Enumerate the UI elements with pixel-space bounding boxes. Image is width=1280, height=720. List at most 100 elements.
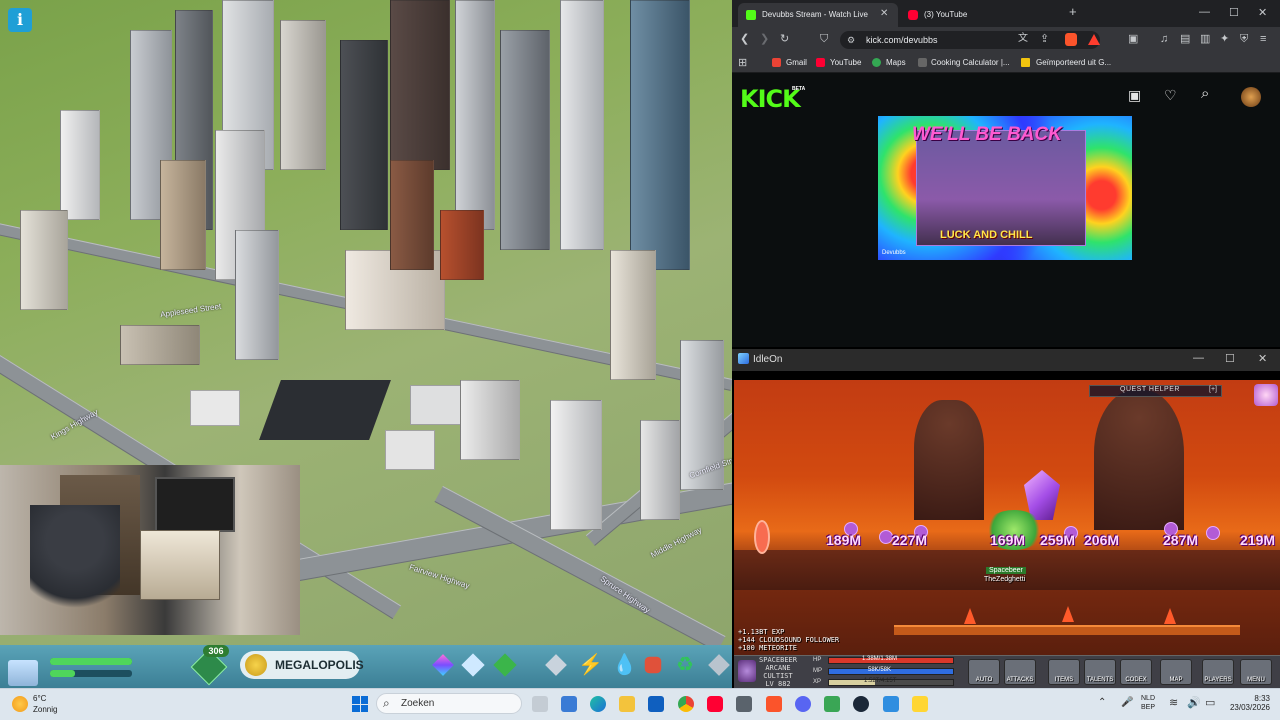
close-tab-icon[interactable]: ✕	[880, 8, 888, 20]
share-icon[interactable]: ⇪	[1040, 33, 1049, 45]
bookmark-folder-imported[interactable]: Geïmporteerd uit G...	[1036, 58, 1111, 67]
idleon-game-view[interactable]	[734, 380, 1280, 655]
maximize-icon[interactable]: ☐	[1229, 7, 1239, 19]
forward-icon[interactable]: ❯	[760, 33, 769, 45]
vpn-icon[interactable]: ⛨	[1240, 33, 1248, 45]
road-label: Fairview Highway	[408, 562, 471, 591]
weather-description[interactable]: Zonnig	[33, 705, 57, 714]
weather-temperature[interactable]: 6°C	[33, 694, 46, 703]
gpu-app-icon[interactable]	[824, 696, 840, 712]
bookmark-icon[interactable]: ⛉	[820, 33, 828, 45]
talents-button[interactable]: TALENTS	[1084, 659, 1116, 685]
idleon-window-title: IdleOn	[753, 354, 783, 365]
bookmark-gmail[interactable]: Gmail	[786, 58, 807, 67]
reload-icon[interactable]: ↻	[780, 33, 789, 45]
quest-helper-toggle[interactable]: [+]	[1209, 386, 1217, 393]
back-icon[interactable]: ❮	[740, 33, 749, 45]
enemy[interactable]	[879, 530, 893, 544]
edge-icon[interactable]	[590, 696, 606, 712]
sidebar-icon[interactable]: ▣	[1128, 33, 1138, 45]
lava-spike	[964, 608, 976, 624]
file-explorer-icon[interactable]	[619, 696, 635, 712]
wallet-icon[interactable]: ▥	[1200, 33, 1210, 45]
new-tab-icon[interactable]: +	[1069, 5, 1077, 18]
tab-youtube[interactable]: (3) YouTube	[900, 3, 1050, 27]
water-icon[interactable]: 💧	[612, 652, 637, 676]
calculator-icon[interactable]	[736, 696, 752, 712]
close-window-icon[interactable]: ✕	[1258, 7, 1267, 19]
bookmark-youtube[interactable]: YouTube	[830, 58, 861, 67]
bookmark-cooking-calculator[interactable]: Cooking Calculator |...	[931, 58, 1010, 67]
garbage-icon[interactable]: ♻	[676, 652, 698, 676]
idleon-maximize-icon[interactable]: ☐	[1225, 353, 1235, 365]
items-button[interactable]: ITEMS	[1048, 659, 1080, 685]
reading-list-icon[interactable]: ▤	[1180, 33, 1190, 45]
codex-button[interactable]: CODEX	[1120, 659, 1152, 685]
auto-button[interactable]: AUTO	[968, 659, 1000, 685]
damage-number: 287M	[1163, 532, 1199, 548]
xp-value: 1.52T/4.15T	[864, 678, 897, 684]
menu-icon[interactable]: ≡	[1260, 33, 1266, 45]
menu-label: MENU	[1247, 677, 1265, 683]
hp-value: 1.38M/1.38M	[862, 656, 898, 662]
outlook-icon[interactable]	[648, 696, 664, 712]
players-button[interactable]: PLAYERS	[1202, 659, 1234, 685]
portal[interactable]	[754, 520, 770, 554]
translate-icon[interactable]: 文	[1018, 33, 1028, 45]
idleon-close-icon[interactable]: ✕	[1258, 353, 1267, 365]
brave-rewards-icon[interactable]	[1088, 34, 1100, 45]
idleon-minimize-icon[interactable]: —	[1193, 352, 1204, 364]
weather-sun-icon[interactable]	[12, 696, 28, 712]
map-button[interactable]: MAP	[1160, 659, 1192, 685]
battery-icon[interactable]: ▭	[1205, 697, 1215, 709]
kick-logo[interactable]: KICK	[740, 85, 801, 113]
steam-icon[interactable]	[853, 696, 869, 712]
avatar[interactable]	[1241, 87, 1261, 107]
xp-label: XP	[813, 679, 822, 685]
url-text[interactable]: kick.com/devubbs	[866, 35, 938, 45]
task-view-icon[interactable]	[532, 696, 548, 712]
discord-icon[interactable]	[795, 696, 811, 712]
windows-start-icon[interactable]	[352, 696, 368, 712]
damage-number: 189M	[826, 532, 862, 548]
brave-icon[interactable]	[766, 696, 782, 712]
player-tag: Spacebeer	[986, 567, 1026, 574]
loot-log-line: +100 METEORITE	[738, 644, 798, 652]
attacks-button[interactable]: ATTACKS	[1004, 659, 1036, 685]
following-heart-icon[interactable]: ♡	[1164, 88, 1177, 102]
city-info-icon[interactable]	[8, 660, 38, 686]
building	[390, 160, 434, 270]
keyboard-layout[interactable]: NLD BEP	[1141, 694, 1155, 712]
brave-shields-icon[interactable]	[1065, 33, 1077, 46]
browse-icon[interactable]: ▣	[1128, 88, 1141, 102]
apps-grid-icon[interactable]: ⊞	[738, 57, 747, 69]
minimize-icon[interactable]: —	[1199, 6, 1210, 18]
damage-number: 219M	[1240, 532, 1276, 548]
site-info-icon[interactable]: ⚙	[847, 34, 855, 46]
wifi-icon[interactable]: ≋	[1169, 697, 1178, 709]
taskbar-search[interactable]	[376, 693, 522, 714]
event-icon[interactable]	[1254, 384, 1278, 406]
youtube-app-icon[interactable]	[707, 696, 723, 712]
electricity-icon[interactable]: ⚡	[578, 652, 603, 676]
notification-app-icon[interactable]	[912, 696, 928, 712]
app-icon[interactable]	[883, 696, 899, 712]
tab-devubbs-stream[interactable]: Devubbs Stream - Watch Live	[738, 3, 898, 27]
fire-services-icon[interactable]	[644, 656, 662, 674]
clock[interactable]: 8:33 23/03/2026	[1222, 694, 1270, 712]
search-icon[interactable]: ⌕	[1201, 86, 1209, 101]
info-icon[interactable]: i	[8, 8, 32, 32]
building	[190, 390, 240, 426]
leo-ai-icon[interactable]: ✦	[1220, 33, 1229, 45]
media-icon[interactable]: ♫	[1160, 33, 1168, 45]
chrome-icon[interactable]	[678, 696, 694, 712]
store-icon[interactable]	[561, 696, 577, 712]
microphone-icon[interactable]: 🎤	[1121, 697, 1133, 709]
bookmark-maps[interactable]: Maps	[886, 58, 906, 67]
menu-button[interactable]: MENU	[1240, 659, 1272, 685]
volume-icon[interactable]: 🔊	[1187, 697, 1201, 709]
tray-overflow-icon[interactable]: ⌃	[1098, 697, 1106, 709]
youtube-favicon-icon	[908, 10, 918, 20]
loot-log-line: +144 CLOUDSOUND FOLLOWER	[738, 636, 840, 644]
enemy[interactable]	[1206, 526, 1220, 540]
